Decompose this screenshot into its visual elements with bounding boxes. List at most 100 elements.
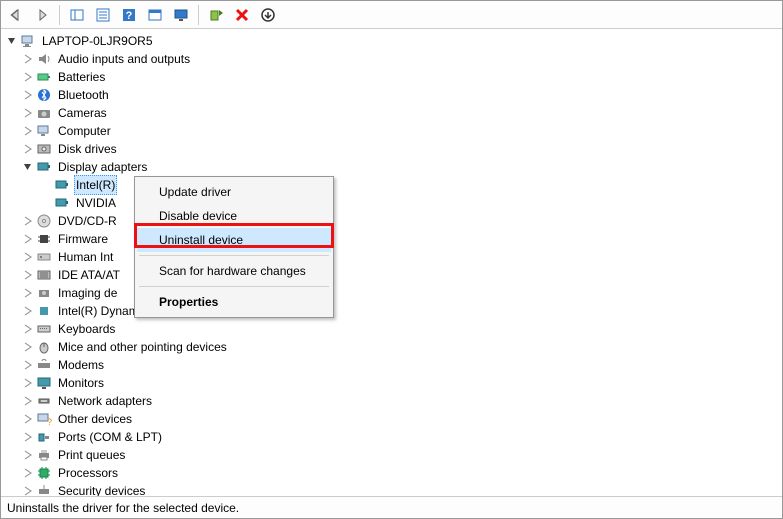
category-label: Disk drives (56, 140, 119, 158)
hid-icon (36, 249, 52, 265)
tree-root[interactable]: LAPTOP-0LJR9OR5 (3, 32, 782, 50)
chevron-right-icon[interactable] (21, 268, 35, 282)
disk-icon (36, 141, 52, 157)
scan-hardware-button[interactable] (257, 4, 279, 26)
chevron-right-icon[interactable] (21, 322, 35, 336)
chevron-right-icon[interactable] (21, 448, 35, 462)
expander-empty (39, 196, 53, 210)
device-tree[interactable]: LAPTOP-0LJR9OR5 Audio inputs and outputs… (1, 29, 782, 496)
category-printqueues[interactable]: Print queues (21, 446, 782, 464)
computer-icon (36, 123, 52, 139)
category-security[interactable]: Security devices (21, 482, 782, 496)
category-label: Batteries (56, 68, 107, 86)
menu-scan-hardware[interactable]: Scan for hardware changes (137, 259, 331, 283)
display-adapter-icon (36, 159, 52, 175)
chevron-right-icon[interactable] (21, 232, 35, 246)
menu-disable-device[interactable]: Disable device (137, 204, 331, 228)
category-cameras[interactable]: Cameras (21, 104, 782, 122)
forward-button[interactable] (31, 4, 53, 26)
category-label: Network adapters (56, 392, 154, 410)
chevron-right-icon[interactable] (21, 52, 35, 66)
chevron-down-icon[interactable] (5, 34, 19, 48)
chevron-right-icon[interactable] (21, 250, 35, 264)
category-label: Display adapters (56, 158, 149, 176)
category-label: Print queues (56, 446, 127, 464)
back-button[interactable] (5, 4, 27, 26)
category-label: Security devices (56, 482, 147, 496)
help-button[interactable]: ? (118, 4, 140, 26)
chevron-right-icon[interactable] (21, 88, 35, 102)
category-label: Modems (56, 356, 106, 374)
properties-icon (95, 7, 111, 23)
keyboard-icon (36, 321, 52, 337)
menu-properties[interactable]: Properties (137, 290, 331, 314)
category-bluetooth[interactable]: Bluetooth (21, 86, 782, 104)
imaging-icon (36, 285, 52, 301)
category-monitors[interactable]: Monitors (21, 374, 782, 392)
chevron-right-icon[interactable] (21, 394, 35, 408)
chevron-right-icon[interactable] (21, 106, 35, 120)
device-manager-window: ? (0, 0, 783, 519)
toolbar: ? (1, 1, 782, 29)
chevron-right-icon[interactable] (21, 466, 35, 480)
chevron-right-icon[interactable] (21, 124, 35, 138)
device-label: Intel(R) (74, 175, 117, 195)
category-label: DVD/CD-R (56, 212, 119, 230)
toolbar-separator (59, 5, 60, 25)
category-processors[interactable]: Processors (21, 464, 782, 482)
chevron-right-icon[interactable] (21, 340, 35, 354)
category-network[interactable]: Network adapters (21, 392, 782, 410)
uninstall-button[interactable] (231, 4, 253, 26)
update-driver-icon (208, 7, 224, 23)
category-label: Other devices (56, 410, 134, 428)
display-adapter-icon (54, 195, 70, 211)
showhide-console-button[interactable] (66, 4, 88, 26)
speaker-icon (36, 51, 52, 67)
scan-monitor-button[interactable] (170, 4, 192, 26)
category-label: Imaging de (56, 284, 119, 302)
menu-uninstall-device[interactable]: Uninstall device (137, 228, 331, 252)
monitor-small-icon (36, 375, 52, 391)
category-keyboards[interactable]: Keyboards (21, 320, 782, 338)
menu-update-driver[interactable]: Update driver (137, 180, 331, 204)
category-computer[interactable]: Computer (21, 122, 782, 140)
other-icon: ? (36, 411, 52, 427)
properties-button[interactable] (92, 4, 114, 26)
scan-down-icon (260, 7, 276, 23)
display-adapter-icon (54, 177, 70, 193)
chevron-right-icon[interactable] (21, 412, 35, 426)
update-driver-button[interactable] (205, 4, 227, 26)
chevron-right-icon[interactable] (21, 304, 35, 318)
chevron-right-icon[interactable] (21, 484, 35, 496)
category-label: Keyboards (56, 320, 117, 338)
chevron-right-icon[interactable] (21, 358, 35, 372)
chevron-right-icon[interactable] (21, 376, 35, 390)
category-display-adapters[interactable]: Display adapters (21, 158, 782, 176)
camera-icon (36, 105, 52, 121)
menu-separator (139, 286, 329, 287)
network-icon (36, 393, 52, 409)
view-icon (147, 7, 163, 23)
chevron-right-icon[interactable] (21, 214, 35, 228)
chevron-down-icon[interactable] (21, 160, 35, 174)
cd-icon (36, 213, 52, 229)
chevron-right-icon[interactable] (21, 70, 35, 84)
category-label: Ports (COM & LPT) (56, 428, 164, 446)
svg-text:?: ? (126, 10, 133, 22)
view-button[interactable] (144, 4, 166, 26)
category-ports[interactable]: Ports (COM & LPT) (21, 428, 782, 446)
chevron-right-icon[interactable] (21, 142, 35, 156)
category-disk-drives[interactable]: Disk drives (21, 140, 782, 158)
category-batteries[interactable]: Batteries (21, 68, 782, 86)
printer-icon (36, 447, 52, 463)
chevron-right-icon[interactable] (21, 286, 35, 300)
category-mice[interactable]: Mice and other pointing devices (21, 338, 782, 356)
category-label: Cameras (56, 104, 109, 122)
category-modems[interactable]: Modems (21, 356, 782, 374)
chevron-right-icon[interactable] (21, 430, 35, 444)
category-audio[interactable]: Audio inputs and outputs (21, 50, 782, 68)
category-label: Mice and other pointing devices (56, 338, 229, 356)
category-label: Monitors (56, 374, 106, 392)
category-other[interactable]: ? Other devices (21, 410, 782, 428)
security-icon (36, 483, 52, 496)
